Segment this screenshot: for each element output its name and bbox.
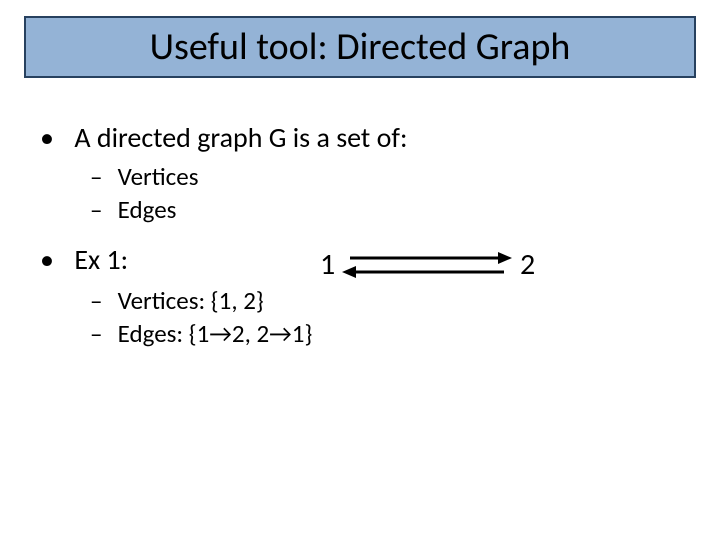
bullet-definition-text: A directed graph G is a set of: <box>74 120 407 155</box>
slide-title: Useful tool: Directed Graph <box>150 24 571 70</box>
subbullet-vertices: Vertices <box>90 161 680 192</box>
example-row: Ex 1: 1 2 <box>40 242 680 277</box>
graph-node-1: 1 <box>320 246 335 284</box>
subbullet-vertices-text: Vertices <box>118 161 199 192</box>
graph-arrows-icon <box>342 244 512 288</box>
example-label: Ex 1: <box>40 242 128 277</box>
graph-diagram: 1 2 <box>320 236 560 296</box>
example-edges: Edges: {1→2, 2→1} <box>90 318 680 349</box>
example-label-text: Ex 1: <box>74 242 128 277</box>
title-box: Useful tool: Directed Graph <box>24 16 696 78</box>
subbullet-edges: Edges <box>90 194 680 225</box>
example-edges-text: Edges: {1→2, 2→1} <box>118 318 313 349</box>
subbullet-edges-text: Edges <box>118 194 177 225</box>
slide: Useful tool: Directed Graph A directed g… <box>0 0 720 540</box>
example-vertices-text: Vertices: {1, 2} <box>118 285 264 316</box>
bullet-definition: A directed graph G is a set of: <box>40 120 680 155</box>
content-area: A directed graph G is a set of: Vertices… <box>40 120 680 351</box>
graph-node-2: 2 <box>520 246 535 284</box>
